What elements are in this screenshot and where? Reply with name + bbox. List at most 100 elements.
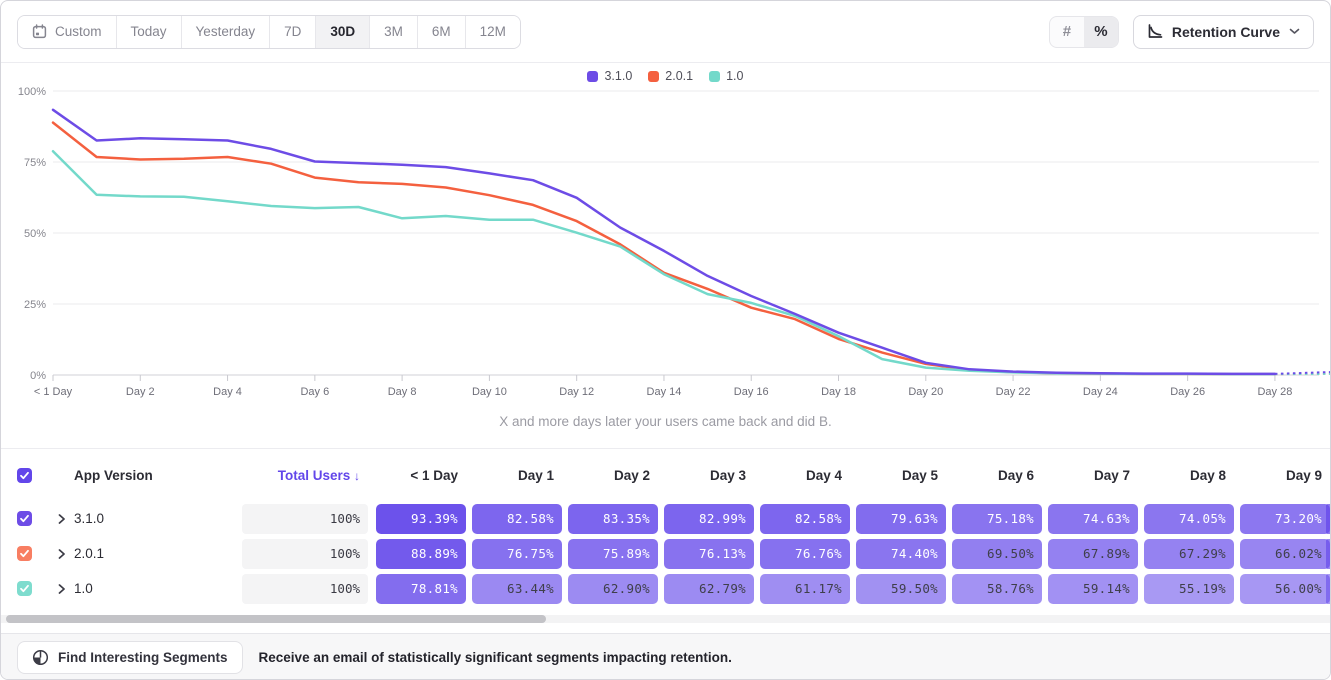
chart-type-label: Retention Curve bbox=[1172, 24, 1280, 40]
retention-cell[interactable]: 59.50% bbox=[856, 574, 946, 604]
y-axis-tick-label: 25% bbox=[24, 299, 46, 311]
day-column-header: Day 4 bbox=[760, 468, 850, 483]
table-row-3.1.0: 3.1.0100%93.39%82.58%83.35%82.99%82.58%7… bbox=[1, 501, 1330, 536]
retention-cell[interactable]: 74.05% bbox=[1144, 504, 1234, 534]
retention-cell[interactable]: 75.89% bbox=[568, 539, 658, 569]
row-version-label: 3.1.0 bbox=[74, 511, 236, 526]
expand-chevron-icon[interactable] bbox=[58, 584, 68, 594]
x-axis-tick-label: Day 18 bbox=[821, 386, 856, 398]
series-line-1.0[interactable] bbox=[53, 151, 1275, 374]
retention-chart: 3.1.02.0.11.0 100%75%50%25%0%< 1 DayDay … bbox=[1, 63, 1330, 448]
check-icon bbox=[19, 513, 30, 524]
range-button-6m[interactable]: 6M bbox=[418, 16, 466, 48]
retention-cell[interactable]: 82.58% bbox=[760, 504, 850, 534]
day-column-header: Day 1 bbox=[472, 468, 562, 483]
chevron-right-icon bbox=[58, 549, 66, 559]
y-axis-tick-label: 100% bbox=[18, 86, 46, 98]
x-axis-tick-label: < 1 Day bbox=[34, 386, 73, 398]
range-button-today[interactable]: Today bbox=[117, 16, 182, 48]
x-axis-tick-label: Day 6 bbox=[300, 386, 329, 398]
row-checkbox-2.0.1[interactable] bbox=[17, 546, 32, 561]
table-row-1.0: 1.0100%78.81%63.44%62.90%62.79%61.17%59.… bbox=[1, 571, 1330, 606]
retention-cell[interactable]: 56.00% bbox=[1240, 574, 1330, 604]
retention-cell[interactable]: 74.63% bbox=[1048, 504, 1138, 534]
retention-cell[interactable]: 69.50% bbox=[952, 539, 1042, 569]
retention-cell[interactable]: 82.58% bbox=[472, 504, 562, 534]
absolute-format-button[interactable]: # bbox=[1050, 17, 1084, 47]
retention-cell[interactable]: 79.63% bbox=[856, 504, 946, 534]
retention-cell[interactable]: 73.20% bbox=[1240, 504, 1330, 534]
check-icon bbox=[19, 583, 30, 594]
range-button-yesterday[interactable]: Yesterday bbox=[182, 16, 271, 48]
retention-cell[interactable]: 59.14% bbox=[1048, 574, 1138, 604]
range-button-30d[interactable]: 30D bbox=[316, 16, 370, 48]
retention-cell[interactable]: 75.18% bbox=[952, 504, 1042, 534]
range-button-custom[interactable]: Custom bbox=[18, 16, 117, 48]
find-segments-label: Find Interesting Segments bbox=[58, 650, 228, 665]
x-axis-tick-label: Day 12 bbox=[559, 386, 594, 398]
horizontal-scrollbar-track[interactable] bbox=[1, 615, 1330, 623]
retention-cell[interactable]: 58.76% bbox=[952, 574, 1042, 604]
retention-cell[interactable]: 78.81% bbox=[376, 574, 466, 604]
retention-cell[interactable]: 76.75% bbox=[472, 539, 562, 569]
retention-cell[interactable]: 83.35% bbox=[568, 504, 658, 534]
footer-bar: Find Interesting Segments Receive an ema… bbox=[1, 633, 1330, 680]
range-button-12m[interactable]: 12M bbox=[466, 16, 520, 48]
chart-type-dropdown[interactable]: Retention Curve bbox=[1133, 15, 1314, 49]
retention-cell[interactable]: 93.39% bbox=[376, 504, 466, 534]
range-button-7d[interactable]: 7D bbox=[270, 16, 316, 48]
toolbar: Custom Today Yesterday 7D 30D 3M 6M 12M # % Ret… bbox=[1, 1, 1330, 63]
total-users-cell: 100% bbox=[242, 504, 368, 534]
x-axis-tick-label: Day 20 bbox=[908, 386, 943, 398]
retention-cell[interactable]: 55.19% bbox=[1144, 574, 1234, 604]
retention-cell[interactable]: 63.44% bbox=[472, 574, 562, 604]
retention-cell[interactable]: 67.29% bbox=[1144, 539, 1234, 569]
row-checkbox-1.0[interactable] bbox=[17, 581, 32, 596]
horizontal-scrollbar-thumb[interactable] bbox=[6, 615, 546, 623]
check-icon bbox=[19, 548, 30, 559]
table-header-row: App VersionTotal Users ↓< 1 DayDay 1Day … bbox=[1, 448, 1330, 501]
total-users-sort-header[interactable]: Total Users ↓ bbox=[242, 468, 368, 483]
range-button-3m[interactable]: 3M bbox=[370, 16, 418, 48]
series-line-2.0.1[interactable] bbox=[53, 123, 1275, 375]
series-line-3.1.0[interactable] bbox=[53, 110, 1275, 374]
retention-cell[interactable]: 82.99% bbox=[664, 504, 754, 534]
select-all-checkbox[interactable] bbox=[17, 468, 32, 483]
chevron-down-icon bbox=[1289, 28, 1300, 35]
total-users-cell: 100% bbox=[242, 539, 368, 569]
sort-desc-icon: ↓ bbox=[354, 469, 360, 483]
calendar-icon bbox=[32, 24, 47, 39]
chart-subtitle: X and more days later your users came ba… bbox=[1, 414, 1330, 429]
range-button-label: Today bbox=[131, 24, 167, 39]
range-button-label: 6M bbox=[432, 24, 451, 39]
check-icon bbox=[19, 470, 30, 481]
day-column-header: Day 8 bbox=[1144, 468, 1234, 483]
retention-cell[interactable]: 62.90% bbox=[568, 574, 658, 604]
retention-cell[interactable]: 88.89% bbox=[376, 539, 466, 569]
row-version-label: 1.0 bbox=[74, 581, 236, 596]
x-axis-tick-label: Day 16 bbox=[734, 386, 769, 398]
retention-cell[interactable]: 62.79% bbox=[664, 574, 754, 604]
x-axis-tick-label: Day 2 bbox=[126, 386, 155, 398]
percent-format-button[interactable]: % bbox=[1084, 17, 1118, 47]
retention-cell[interactable]: 76.13% bbox=[664, 539, 754, 569]
x-axis-tick-label: Day 8 bbox=[388, 386, 417, 398]
value-format-toggle: # % bbox=[1049, 16, 1119, 48]
row-checkbox-3.1.0[interactable] bbox=[17, 511, 32, 526]
legend-swatch-icon bbox=[587, 71, 598, 82]
y-axis-tick-label: 0% bbox=[30, 370, 46, 382]
expand-chevron-icon[interactable] bbox=[58, 549, 68, 559]
retention-cell[interactable]: 66.02% bbox=[1240, 539, 1330, 569]
retention-cell[interactable]: 67.89% bbox=[1048, 539, 1138, 569]
day-column-header: Day 5 bbox=[856, 468, 946, 483]
retention-cell[interactable]: 76.76% bbox=[760, 539, 850, 569]
find-segments-button[interactable]: Find Interesting Segments bbox=[17, 641, 243, 674]
range-button-label: 3M bbox=[384, 24, 403, 39]
retention-table: App VersionTotal Users ↓< 1 DayDay 1Day … bbox=[1, 448, 1330, 606]
day-column-header: < 1 Day bbox=[376, 468, 466, 483]
expand-chevron-icon[interactable] bbox=[58, 514, 68, 524]
range-button-label: 7D bbox=[284, 24, 301, 39]
retention-cell[interactable]: 61.17% bbox=[760, 574, 850, 604]
retention-cell[interactable]: 74.40% bbox=[856, 539, 946, 569]
retention-line-chart: 100%75%50%25%0%< 1 DayDay 2Day 4Day 6Day… bbox=[1, 81, 1331, 403]
